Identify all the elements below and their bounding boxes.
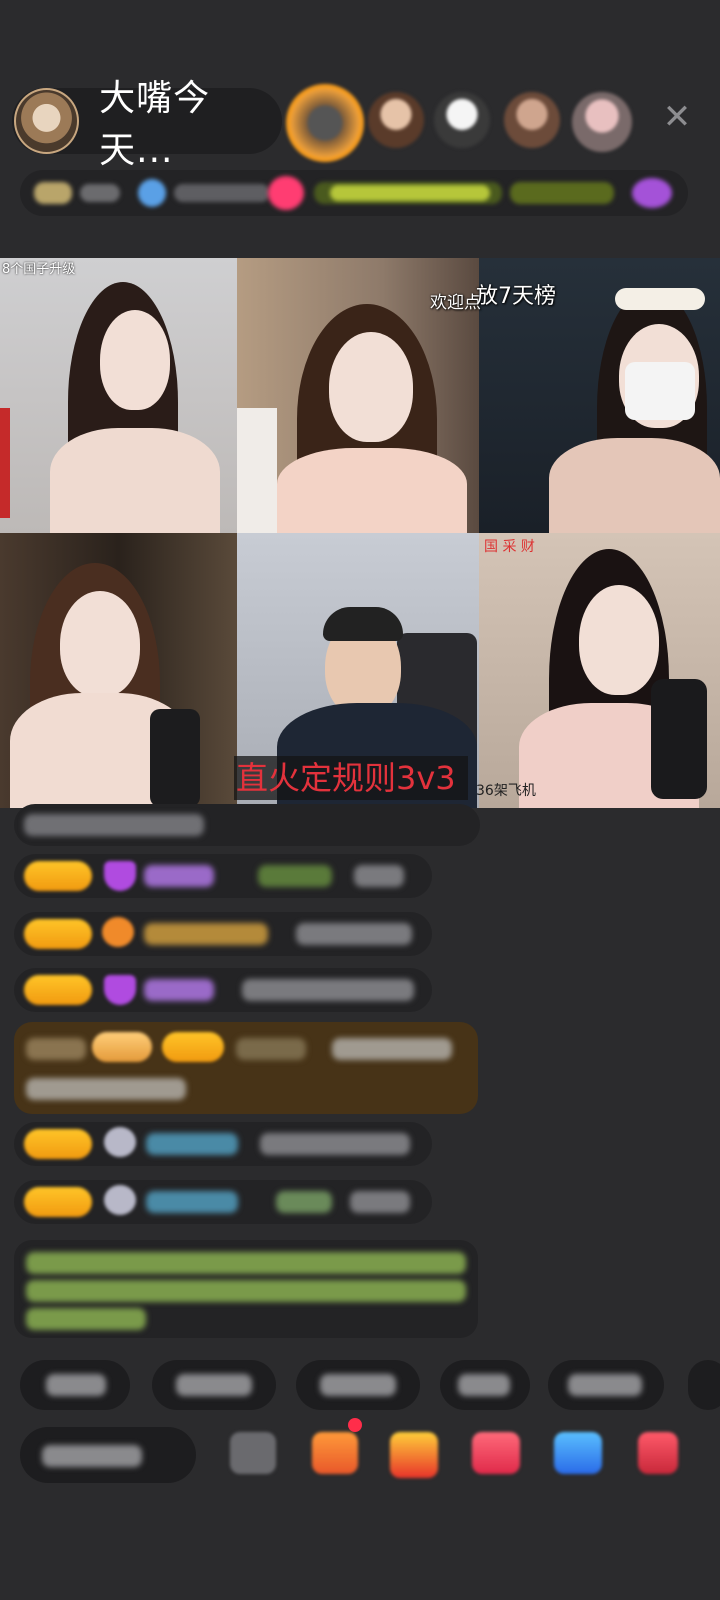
viewer-avatar-4[interactable] xyxy=(504,92,560,148)
room-info-bar[interactable] xyxy=(20,170,688,216)
quick-reply-3[interactable] xyxy=(296,1360,420,1410)
chat-message xyxy=(14,804,480,846)
host-avatar[interactable] xyxy=(14,88,80,154)
viewer-avatar-1[interactable] xyxy=(286,84,364,162)
quick-reply-4[interactable] xyxy=(440,1360,530,1410)
viewer-avatar-5[interactable] xyxy=(572,92,632,152)
emoji-icon[interactable] xyxy=(230,1432,276,1474)
chat-message xyxy=(14,1180,432,1224)
video-grid xyxy=(0,258,720,808)
share-icon[interactable] xyxy=(554,1432,602,1474)
system-notice xyxy=(14,1240,478,1338)
quick-reply-1[interactable] xyxy=(20,1360,130,1410)
host-name: 大嘴今天... xyxy=(99,78,211,171)
chat-message xyxy=(14,854,432,898)
game-icon[interactable] xyxy=(472,1432,520,1474)
notification-dot xyxy=(348,1418,362,1432)
close-icon[interactable]: ✕ xyxy=(660,100,694,134)
chat-message xyxy=(14,1122,432,1166)
video-tile-6[interactable] xyxy=(479,533,720,808)
treasure-icon[interactable] xyxy=(390,1432,438,1478)
chat-message-highlight xyxy=(14,1022,478,1114)
rank-text: 放7天榜 xyxy=(476,284,556,309)
welcome-text: 欢迎点 xyxy=(430,293,481,313)
quick-reply-5[interactable] xyxy=(548,1360,664,1410)
chat-message xyxy=(14,912,432,956)
planes-text: 36架飞机 xyxy=(476,783,536,799)
tile-caption: 8个国子升级 xyxy=(2,262,76,277)
rule-banner: 直火定规则3v3 xyxy=(234,756,468,800)
gift-box-icon[interactable] xyxy=(312,1432,358,1474)
quick-reply-6[interactable] xyxy=(688,1360,720,1410)
video-tile-1[interactable] xyxy=(0,258,237,533)
viewer-avatar-3[interactable] xyxy=(434,92,490,148)
viewer-avatar-2[interactable] xyxy=(368,92,424,148)
chat-message xyxy=(14,968,432,1012)
more-gifts-icon[interactable] xyxy=(638,1432,678,1474)
video-tile-4[interactable] xyxy=(0,533,237,808)
quick-reply-2[interactable] xyxy=(152,1360,276,1410)
chat-input[interactable] xyxy=(20,1427,196,1483)
corner-label: 国 采 财 xyxy=(484,539,535,555)
rule-banner-text: 直火定规则3v3 xyxy=(236,759,456,797)
host-info[interactable]: 大嘴今天... xyxy=(12,78,282,171)
